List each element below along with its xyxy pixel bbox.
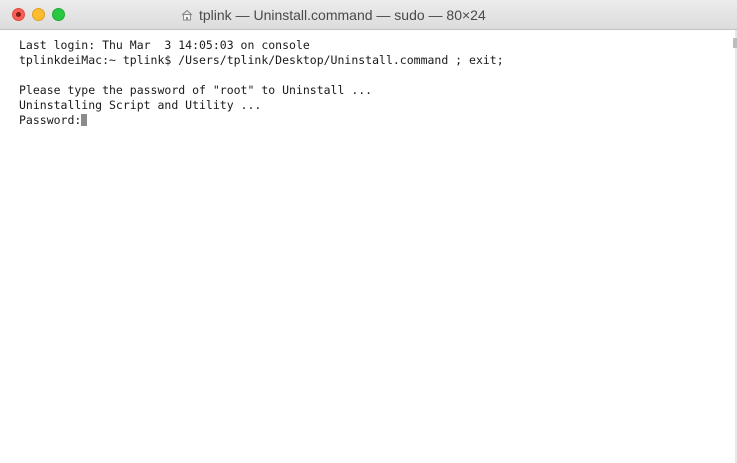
zoom-button[interactable] (52, 8, 65, 21)
terminal-window: tplink — Uninstall.command — sudo — 80×2… (0, 0, 737, 463)
terminal-content-area[interactable]: Last login: Thu Mar 3 14:05:03 on consol… (0, 30, 735, 463)
password-prompt-line[interactable]: Password: (19, 113, 719, 128)
scrollbar-thumb[interactable] (733, 38, 737, 48)
terminal-line: Uninstalling Script and Utility ... (19, 98, 262, 112)
terminal-line: Please type the password of "root" to Un… (19, 83, 373, 97)
window-title-text: tplink — Uninstall.command — sudo — 80×2… (199, 7, 486, 23)
window-title: tplink — Uninstall.command — sudo — 80×2… (180, 6, 486, 24)
terminal-output: Last login: Thu Mar 3 14:05:03 on consol… (19, 38, 719, 128)
terminal-line: Last login: Thu Mar 3 14:05:03 on consol… (19, 38, 310, 52)
terminal-line: tplinkdeiMac:~ tplink$ /Users/tplink/Des… (19, 53, 504, 67)
close-button[interactable] (12, 8, 25, 21)
password-prompt: Password: (19, 113, 82, 127)
close-icon (16, 12, 21, 17)
text-cursor (81, 114, 88, 126)
title-bar[interactable]: tplink — Uninstall.command — sudo — 80×2… (0, 0, 737, 30)
home-folder-icon (181, 9, 193, 21)
minimize-button[interactable] (32, 8, 45, 21)
